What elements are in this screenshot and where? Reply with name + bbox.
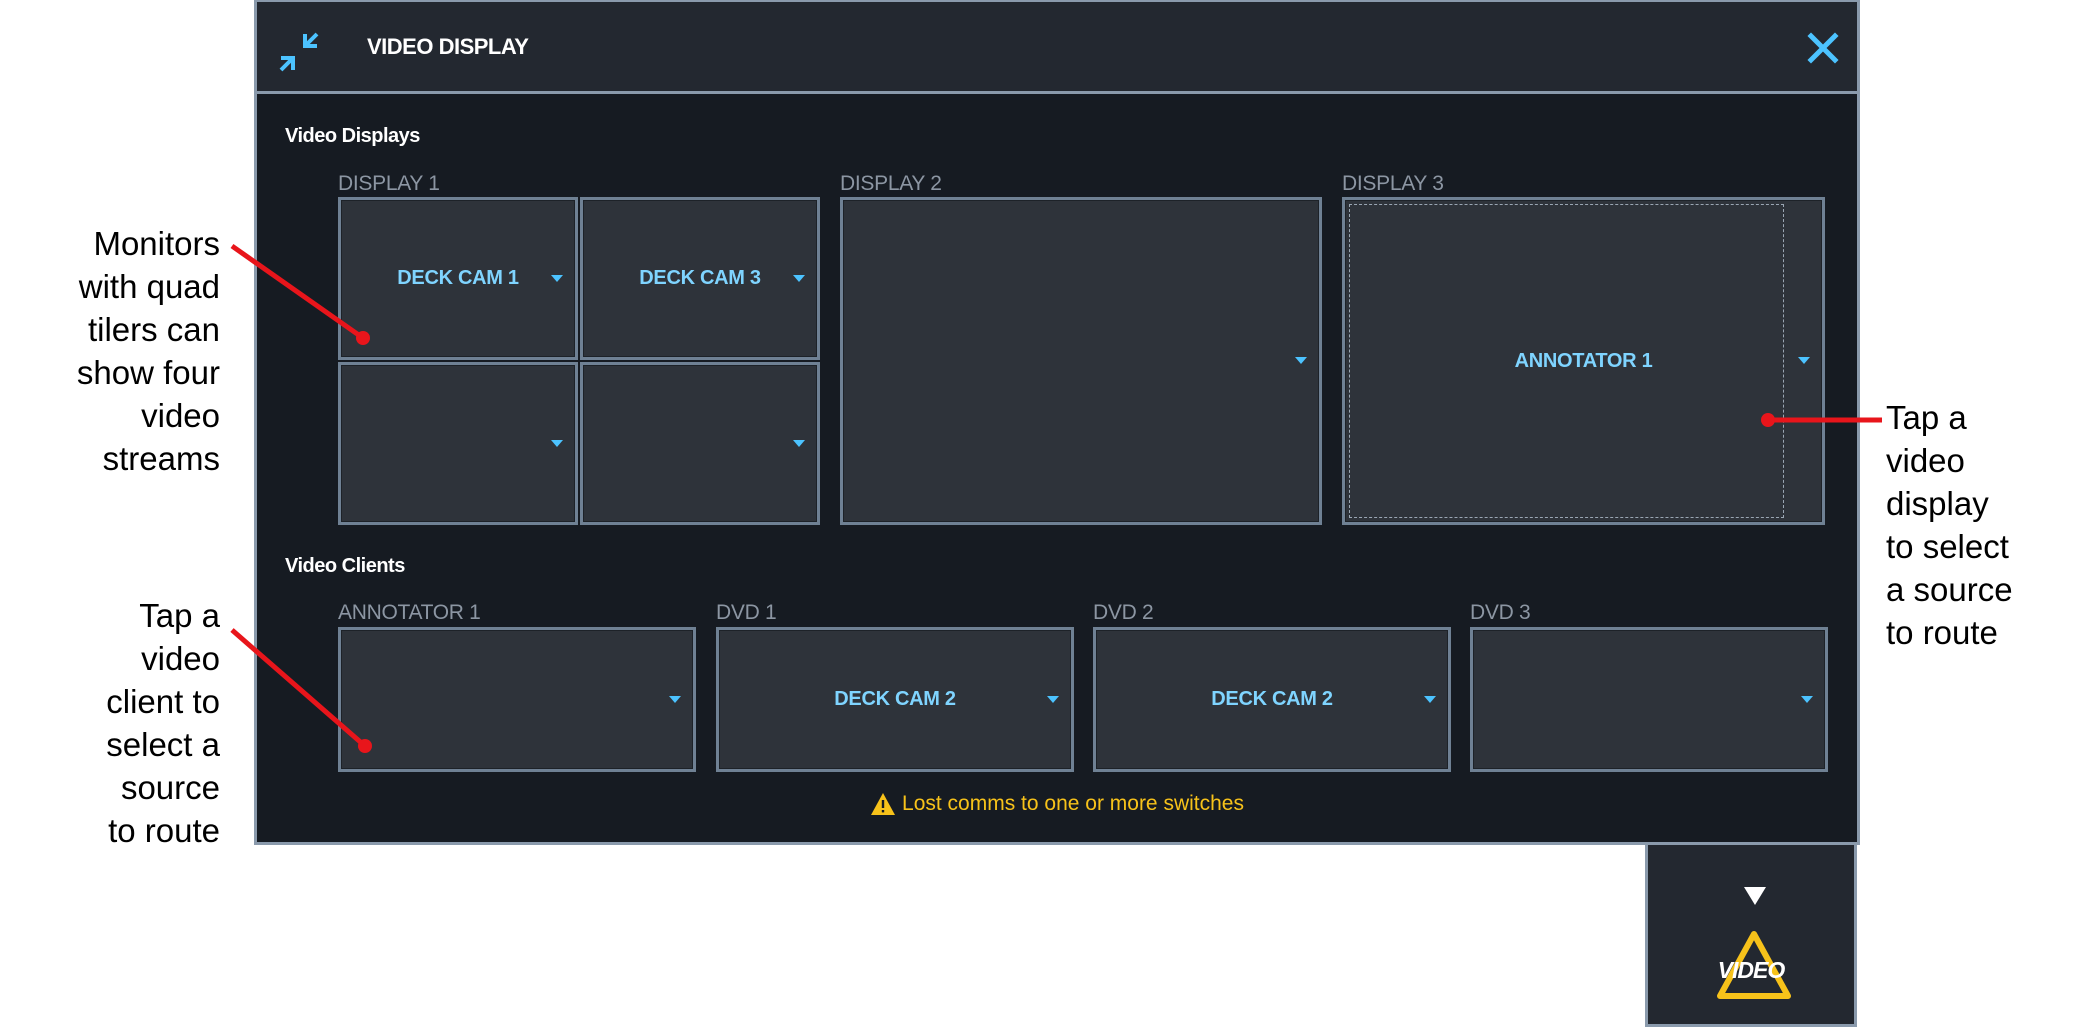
client-dvd-3-tile[interactable]	[1470, 627, 1828, 772]
status-warning: Lost comms to one or more switches	[257, 792, 1857, 816]
display-2-tile[interactable]	[840, 197, 1322, 525]
video-display-panel: VIDEO DISPLAY Video Displays DISPLAY 1 D…	[254, 0, 1860, 845]
chevron-down-icon	[551, 439, 563, 447]
page-title: VIDEO DISPLAY	[367, 34, 529, 59]
client-1-label: ANNOTATOR 1	[338, 601, 481, 624]
collapse-icon[interactable]	[277, 30, 321, 74]
chevron-down-icon	[793, 274, 805, 282]
callout-video-display: Tap a video display to select a source t…	[1886, 399, 2013, 651]
tile-source: DECK CAM 3	[639, 267, 761, 289]
display-3-label: DISPLAY 3	[1342, 172, 1444, 195]
tile-source: DECK CAM 2	[834, 688, 956, 710]
display-3-tile[interactable]: ANNOTATOR 1	[1342, 197, 1825, 525]
chevron-down-icon	[1801, 695, 1813, 703]
chevron-down-icon	[1295, 357, 1307, 364]
warning-text: Lost comms to one or more switches	[902, 792, 1244, 815]
client-dvd-1-tile[interactable]: DECK CAM 2	[716, 627, 1074, 772]
close-icon[interactable]	[1807, 32, 1839, 64]
callout-video-client: Tap a video client to select a source to…	[106, 597, 220, 849]
client-3-label: DVD 2	[1093, 601, 1154, 624]
title-bar: VIDEO DISPLAY	[257, 2, 1857, 94]
client-dvd-2-tile[interactable]: DECK CAM 2	[1093, 627, 1451, 772]
video-label: VIDEO	[1717, 957, 1786, 983]
display-1-tile-2[interactable]: DECK CAM 3	[580, 197, 820, 360]
client-annotator-1-tile[interactable]	[338, 627, 696, 772]
chevron-down-icon	[1424, 695, 1436, 703]
chevron-down-icon	[551, 274, 563, 282]
display-1-tile-4[interactable]	[580, 362, 820, 525]
warning-icon	[871, 793, 896, 816]
display-1-label: DISPLAY 1	[338, 172, 440, 195]
tile-source: DECK CAM 2	[1211, 688, 1333, 710]
tile-source: DECK CAM 1	[397, 267, 519, 289]
video-button[interactable]: VIDEO	[1645, 845, 1857, 1027]
chevron-down-icon	[1047, 695, 1059, 703]
chevron-down-icon	[669, 695, 681, 703]
display-1-tile-3[interactable]	[338, 362, 578, 525]
chevron-down-icon	[793, 439, 805, 447]
client-2-label: DVD 1	[716, 601, 777, 624]
chevron-down-icon	[1744, 887, 1766, 905]
video-clients-heading: Video Clients	[285, 555, 405, 577]
video-displays-heading: Video Displays	[285, 125, 420, 147]
display-1-tile-1[interactable]: DECK CAM 1	[338, 197, 578, 360]
display-2-label: DISPLAY 2	[840, 172, 942, 195]
selection-outline	[1349, 204, 1784, 518]
client-4-label: DVD 3	[1470, 601, 1531, 624]
callout-quad-tilers: Monitors with quad tilers can show four …	[76, 225, 220, 477]
chevron-down-icon	[1798, 357, 1810, 364]
